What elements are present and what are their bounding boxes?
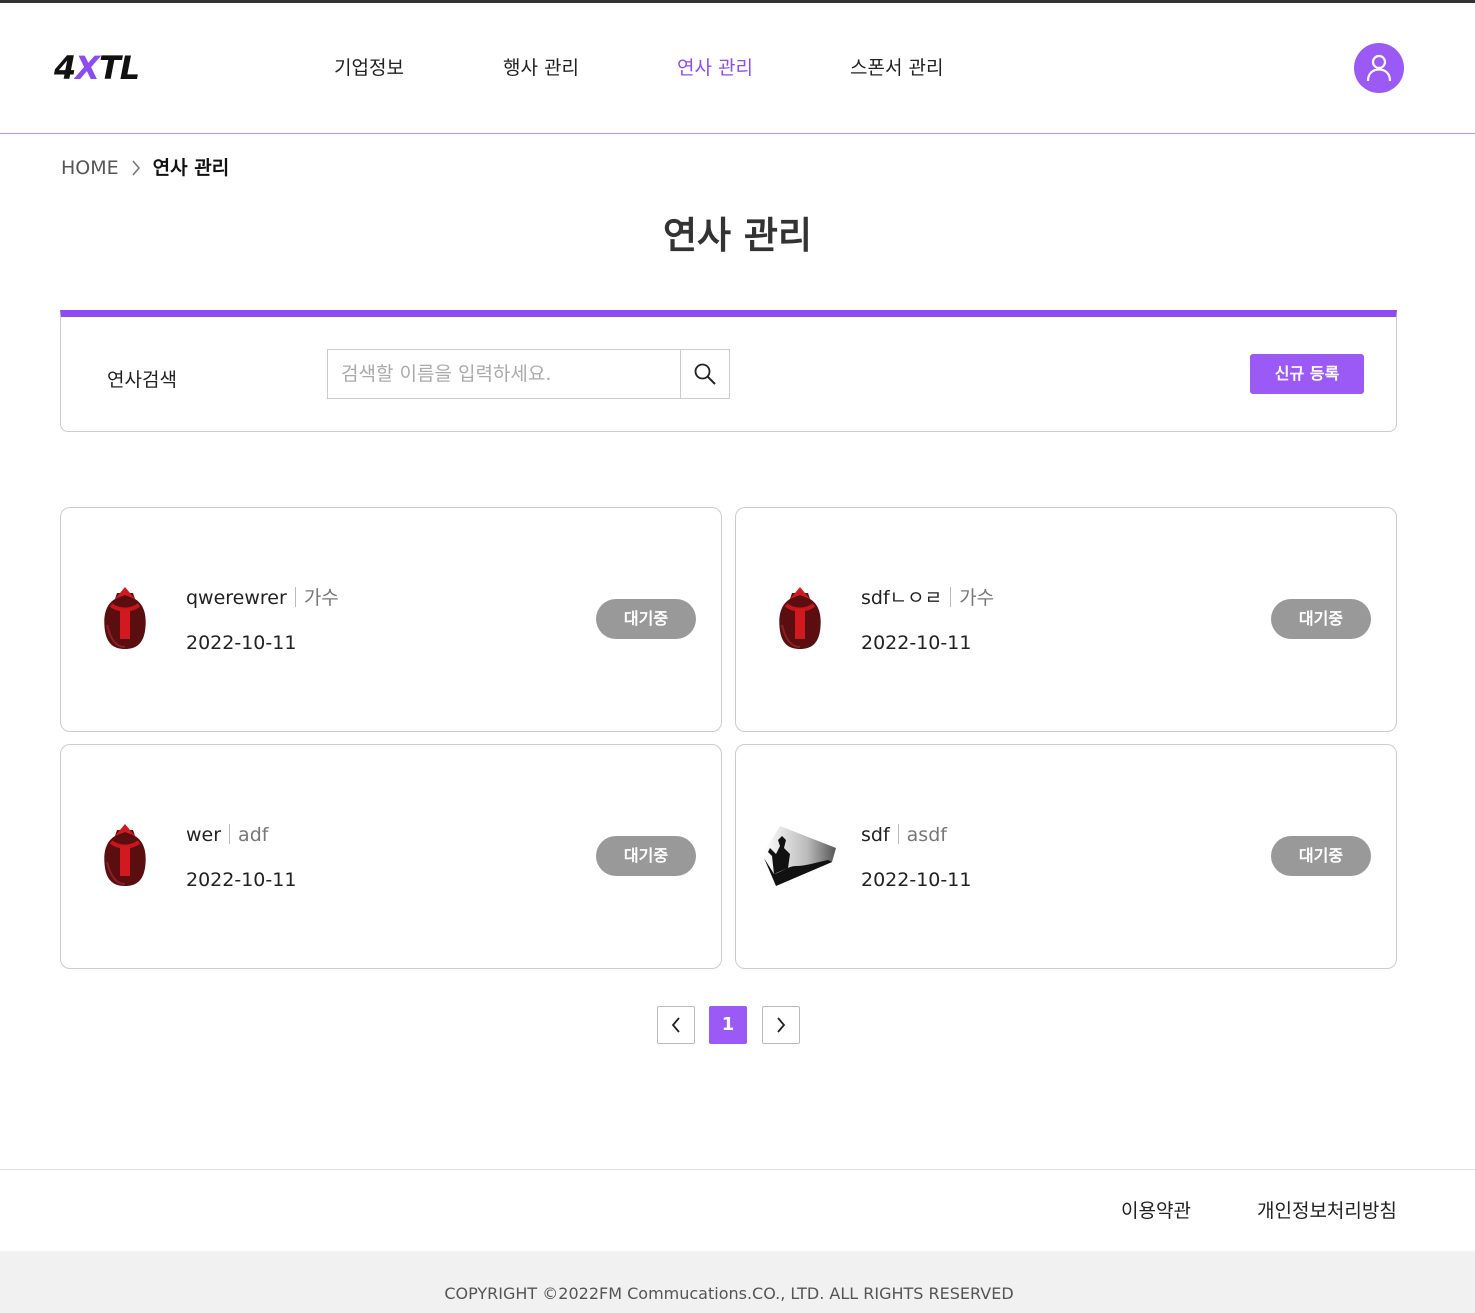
speaker-name-line: sdf asdf: [861, 823, 947, 847]
chevron-right-icon: [777, 1017, 786, 1033]
footer-links: 이용약관 개인정보처리방침: [0, 1169, 1475, 1251]
logo-text-4: 4: [54, 49, 76, 87]
divider: [294, 587, 296, 607]
speaker-date: 2022-10-11: [861, 632, 972, 654]
search-panel: 연사검색 신규 등록: [60, 310, 1397, 432]
new-registration-button[interactable]: 신규 등록: [1250, 354, 1364, 394]
next-page-button[interactable]: [762, 1006, 800, 1044]
pagination: 1: [0, 1006, 1475, 1044]
search-input[interactable]: [327, 349, 681, 399]
speaker-name[interactable]: qwerewrer: [186, 587, 287, 609]
nav-company-info[interactable]: 기업정보: [334, 56, 404, 80]
speaker-name[interactable]: sdf: [861, 824, 890, 846]
speaker-role: asdf: [906, 824, 947, 846]
nav-event-management[interactable]: 행사 관리: [503, 56, 579, 80]
logo-text-tl: TL: [98, 49, 140, 87]
speaker-role: 가수: [303, 587, 339, 609]
search-icon: [694, 363, 716, 385]
speaker-image: [87, 580, 163, 656]
speaker-date: 2022-10-11: [186, 632, 297, 654]
breadcrumb-current: 연사 관리: [152, 157, 230, 179]
speaker-role: adf: [238, 824, 269, 846]
copyright-text: COPYRIGHT ©2022FM Commucations.CO., LTD.…: [444, 1284, 1014, 1303]
speaker-image: [87, 817, 163, 893]
speaker-image: [762, 817, 838, 893]
speaker-name-line: sdfㄴㅇㄹ 가수: [861, 586, 994, 610]
speaker-name[interactable]: sdfㄴㅇㄹ: [861, 587, 942, 609]
speaker-role: 가수: [959, 587, 995, 609]
site-header: 4 X TL 기업정보 행사 관리 연사 관리 스폰서 관리: [0, 3, 1475, 134]
status-badge: 대기중: [1271, 836, 1371, 876]
jar-image: [104, 587, 146, 649]
user-icon: [1366, 54, 1392, 82]
speaker-name[interactable]: wer: [186, 824, 221, 846]
search-label: 연사검색: [107, 369, 177, 391]
status-badge: 대기중: [596, 599, 696, 639]
speaker-name-line: qwerewrer 가수: [186, 586, 339, 610]
divider: [897, 824, 899, 844]
speaker-card[interactable]: qwerewrer 가수 2022-10-11 대기중: [60, 507, 722, 732]
speaker-card[interactable]: sdfㄴㅇㄹ 가수 2022-10-11 대기중: [735, 507, 1397, 732]
nav-speaker-management[interactable]: 연사 관리: [677, 56, 753, 80]
status-badge: 대기중: [1271, 599, 1371, 639]
status-badge: 대기중: [596, 836, 696, 876]
search-button[interactable]: [680, 349, 730, 399]
chevron-left-icon: [671, 1017, 680, 1033]
privacy-policy-link[interactable]: 개인정보처리방침: [1257, 1199, 1397, 1223]
divider: [950, 587, 952, 607]
speaker-card[interactable]: wer adf 2022-10-11 대기중: [60, 744, 722, 969]
terms-link[interactable]: 이용약관: [1121, 1199, 1191, 1223]
footer-copyright: COPYRIGHT ©2022FM Commucations.CO., LTD.…: [0, 1251, 1475, 1313]
concert-image: [764, 826, 836, 886]
nav-sponsor-management[interactable]: 스폰서 관리: [850, 56, 943, 80]
page-number-current[interactable]: 1: [709, 1006, 747, 1044]
logo[interactable]: 4 X TL: [54, 49, 140, 87]
divider: [229, 824, 231, 844]
prev-page-button[interactable]: [657, 1006, 695, 1044]
speaker-date: 2022-10-11: [861, 869, 972, 891]
speaker-image: [762, 580, 838, 656]
chevron-right-icon: [131, 160, 141, 176]
breadcrumb: HOME 연사 관리: [61, 156, 229, 180]
jar-image: [779, 587, 821, 649]
breadcrumb-home[interactable]: HOME: [61, 156, 119, 180]
speaker-date: 2022-10-11: [186, 869, 297, 891]
speaker-card[interactable]: sdf asdf 2022-10-11 대기중: [735, 744, 1397, 969]
jar-image: [104, 824, 146, 886]
logo-text-x: X: [75, 49, 100, 87]
page-title: 연사 관리: [662, 214, 813, 257]
speaker-name-line: wer adf: [186, 823, 268, 847]
profile-button[interactable]: [1354, 43, 1404, 93]
